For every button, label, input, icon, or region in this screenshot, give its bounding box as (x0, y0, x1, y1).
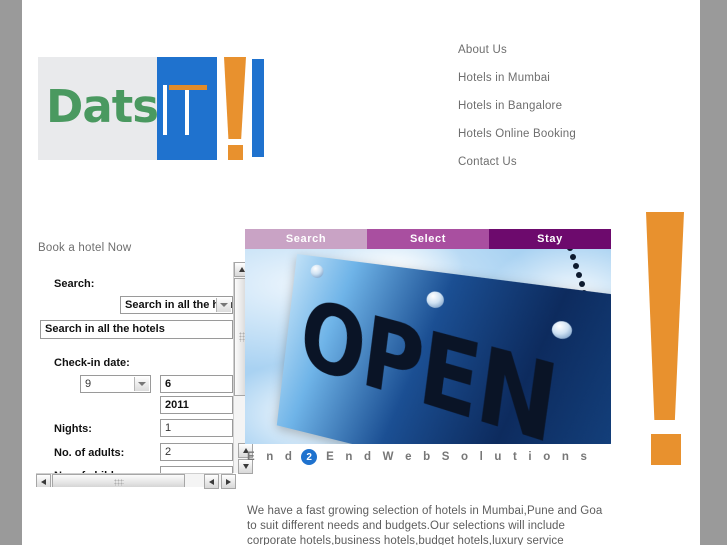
checkin-day-value: 9 (85, 378, 92, 390)
page-canvas: Dats About Us Hotels in Mumbai Hotels in… (22, 0, 700, 545)
booking-heading: Book a hotel Now (38, 242, 132, 254)
checkin-month-value: 6 (165, 378, 172, 390)
checkin-year-select[interactable]: 2011 (160, 396, 233, 414)
nights-label: Nights: (54, 423, 92, 435)
nights-select[interactable]: 1 (160, 419, 233, 437)
decorative-exclamation-dot (651, 434, 681, 465)
nav-item-contact-us[interactable]: Contact Us (458, 156, 668, 169)
search-input[interactable]: Search in all the hotels (40, 320, 233, 339)
company-tagline: E n d 2 E n d W e b S o l u t i o n s (247, 447, 627, 467)
logo-exclamation-stroke (224, 57, 246, 139)
logo-blue-accent-bar (252, 59, 264, 157)
site-logo[interactable]: Dats (38, 57, 264, 160)
adults-label: No. of adults: (54, 447, 125, 459)
banner-step-tabs: Search Select Stay (245, 229, 611, 249)
screw-icon (550, 319, 574, 341)
checkin-month-select[interactable]: 6 (160, 375, 233, 393)
main-navigation: About Us Hotels in Mumbai Hotels in Bang… (458, 44, 668, 184)
hero-banner: Search Select Stay OPEN (245, 229, 611, 444)
scroll-left-icon[interactable] (36, 474, 51, 487)
checkin-day-select[interactable]: 9 (80, 375, 151, 393)
search-label: Search: (54, 278, 95, 290)
adults-value: 2 (165, 446, 172, 458)
nav-item-hotels-in-bangalore[interactable]: Hotels in Bangalore (458, 100, 668, 113)
nav-item-about-us[interactable]: About Us (458, 44, 668, 57)
intro-paragraph: We have a fast growing selection of hote… (247, 504, 603, 545)
tab-search[interactable]: Search (245, 229, 367, 249)
outer-horizontal-scroll-arrows[interactable] (204, 474, 236, 490)
horizontal-scrollbar-thumb[interactable] (52, 474, 185, 487)
scroll-right-icon[interactable] (221, 474, 236, 489)
logo-exclamation-dot (228, 145, 243, 160)
open-sign-text: OPEN (295, 277, 564, 444)
nav-item-hotels-in-mumbai[interactable]: Hotels in Mumbai (458, 72, 668, 85)
tagline-badge-2: 2 (301, 449, 318, 465)
tab-select[interactable]: Select (367, 229, 489, 249)
logo-letter-t-stem (185, 90, 189, 135)
search-input-value: Search in all the hotels (45, 323, 165, 335)
screw-icon (425, 290, 445, 310)
banner-photo-open-sign: OPEN (245, 249, 611, 444)
nights-value: 1 (165, 422, 172, 434)
logo-letter-i (163, 85, 167, 135)
checkin-year-value: 2011 (165, 399, 189, 411)
grip-icon (113, 479, 124, 486)
scroll-left-icon[interactable] (204, 474, 219, 489)
adults-select[interactable]: 2 (160, 443, 233, 461)
nav-item-hotels-online-booking[interactable]: Hotels Online Booking (458, 128, 668, 141)
logo-wordmark: Dats (46, 80, 159, 133)
screw-icon (309, 263, 325, 279)
tab-stay[interactable]: Stay (489, 229, 611, 249)
tagline-after: E n d W e b S o l u t i o n s (326, 451, 592, 463)
decorative-exclamation-stroke (646, 212, 684, 420)
search-scope-select[interactable]: Search in all the hotels (120, 296, 233, 314)
chevron-down-icon[interactable] (216, 298, 231, 312)
checkin-date-label: Check-in date: (54, 357, 130, 369)
chevron-down-icon[interactable] (134, 377, 149, 391)
booking-widget: Search: Search in all the hotels Search … (36, 262, 248, 487)
tagline-before: E n d (247, 451, 297, 463)
site-header: Dats About Us Hotels in Mumbai Hotels in… (22, 0, 700, 195)
